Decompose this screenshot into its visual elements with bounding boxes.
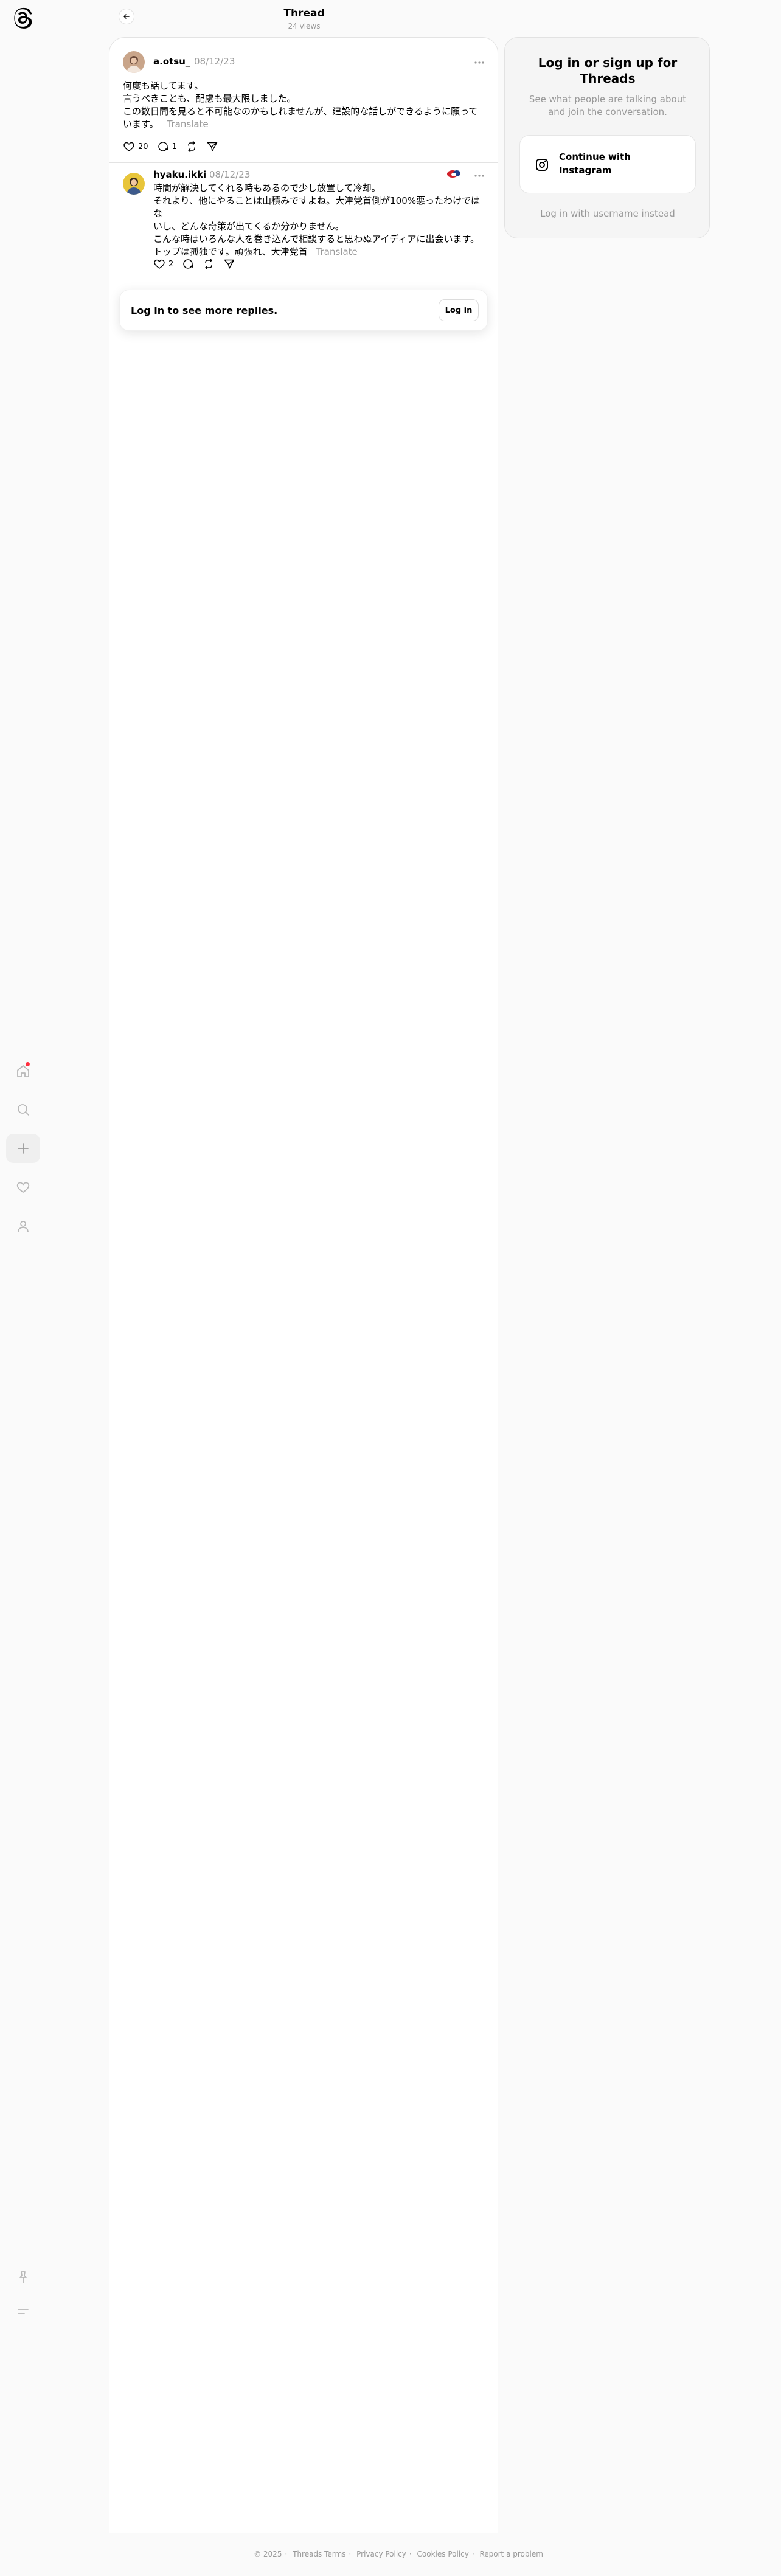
login-card-subtitle: See what people are talking about and jo… [529,94,687,117]
like-count: 2 [168,259,174,269]
login-prompt-text: Log in to see more replies. [131,305,278,316]
send-icon [207,142,218,151]
post-date[interactable]: 08/12/23 [209,169,250,180]
like-count: 20 [138,142,148,151]
comment-icon [183,259,194,269]
reply-count: 1 [172,142,177,151]
comment-icon [158,142,168,151]
post-text: 何度も話してます。 言うべきことも、配慮も最大限しました。 この数日間を見ると不… [123,80,488,131]
party-logo-icon [446,168,462,179]
post-username[interactable]: a.otsu_ [153,56,190,67]
post-actions: 20 1 [123,139,227,154]
copyright: © 2025 [254,2550,282,2558]
nav-search[interactable] [6,1095,40,1124]
login-button[interactable]: Log in [439,299,479,321]
menu-icon [18,2309,29,2314]
thread-header: Thread 24 views [109,5,499,34]
reply-button[interactable] [182,258,194,270]
footer-link-privacy[interactable]: Privacy Policy [356,2550,406,2558]
side-navigation [0,0,46,2576]
nav-create[interactable] [6,1134,40,1163]
like-button[interactable]: 20 [123,141,148,153]
nav-profile[interactable] [6,1212,40,1241]
repost-button[interactable] [203,258,215,270]
login-card-title: Log in or sign up for Threads [538,55,678,86]
nav-pin[interactable] [6,2263,40,2292]
profile-icon [18,1221,29,1232]
footer-link-report[interactable]: Report a problem [479,2550,543,2558]
reply-button[interactable]: 1 [157,141,177,153]
thread-feed: a.otsu_ 08/12/23 何度も話してます。 言うべきことも、配慮も最大… [109,37,498,2533]
more-options-button[interactable] [472,57,487,64]
plus-icon [18,1143,29,1154]
avatar[interactable] [123,173,145,195]
threads-logo-icon[interactable] [12,7,34,29]
nav-menu[interactable] [6,2297,40,2326]
instagram-icon [535,158,549,172]
send-icon [224,259,235,269]
share-button[interactable] [223,258,235,270]
view-count: 24 views [288,22,321,30]
username-login-link[interactable]: Log in with username instead [523,208,692,219]
repost-icon [188,141,195,153]
post-text: 時間が解決してくれる時もあるので少し放置して冷却。 それより、他にやることは山積… [153,182,488,259]
heart-icon [154,259,165,269]
post-date[interactable]: 08/12/23 [194,56,235,67]
thread-post: a.otsu_ 08/12/23 何度も話してます。 言うべきことも、配慮も最大… [109,38,498,162]
more-icon [474,61,484,64]
like-button[interactable]: 2 [153,258,173,270]
share-button[interactable] [206,141,218,153]
heart-icon [123,142,134,151]
translate-link[interactable]: Translate [316,246,358,257]
post-actions: 2 [153,257,244,271]
login-card: Log in or sign up for Threads See what p… [504,37,710,238]
footer: © 2025 · Threads Terms · Privacy Policy · C… [254,2550,543,2558]
search-icon [18,1104,29,1116]
instagram-button-label: Continue with Instagram [559,151,631,176]
repost-button[interactable] [186,141,198,153]
login-prompt-bar: Log in to see more replies. Log in [119,290,488,331]
more-options-button[interactable] [472,170,487,178]
nav-home[interactable] [6,1057,40,1086]
thread-reply: hyaku.ikki 08/12/23 時間が解決してくれる時もあるので少し放置… [109,163,498,285]
page-title: Thread [283,7,325,19]
translate-link[interactable]: Translate [167,119,209,130]
footer-link-cookies[interactable]: Cookies Policy [417,2550,469,2558]
repost-icon [205,258,212,270]
more-icon [474,175,484,177]
nav-activity[interactable] [6,1173,40,1202]
post-username[interactable]: hyaku.ikki [153,169,206,180]
continue-with-instagram-button[interactable]: Continue with Instagram [519,135,696,193]
footer-link-terms[interactable]: Threads Terms [293,2550,345,2558]
pin-icon [19,2271,27,2283]
notification-badge [26,1062,30,1066]
avatar[interactable] [123,51,145,73]
heart-icon [16,1182,30,1193]
